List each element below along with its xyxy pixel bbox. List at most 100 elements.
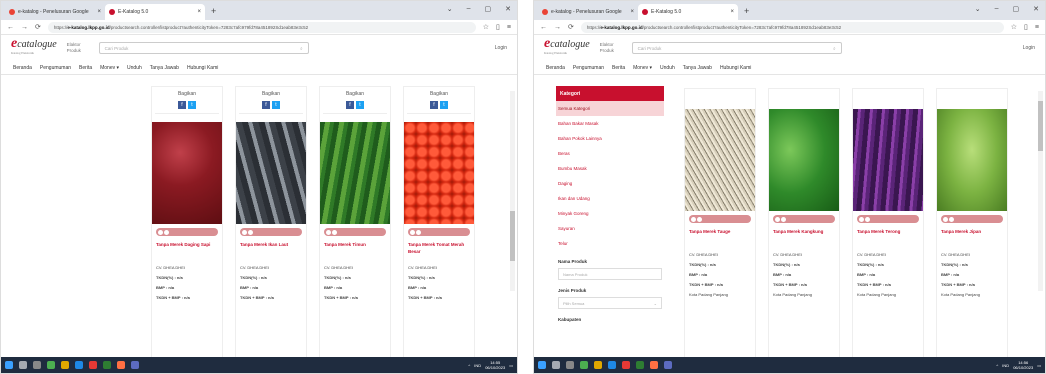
nav-tanya-jawab[interactable]: Tanya Jawab [150,65,179,71]
excel-icon[interactable] [103,361,111,369]
login-link[interactable]: Login [495,45,507,51]
menu-icon[interactable]: ≡ [1035,24,1039,31]
clock[interactable]: 14:56 06/10/2023 [1013,360,1033,370]
chevron-up-icon[interactable]: ^ [996,363,998,368]
tab-ekatalog[interactable]: E-Katalog 5.0 × [638,4,738,20]
search-input[interactable]: Cari Produk ⌕ [631,42,842,54]
product-image[interactable] [685,109,755,211]
facebook-icon[interactable]: f [178,101,186,109]
category-item[interactable]: Minyak Goreng [556,206,664,221]
nav-beranda[interactable]: Beranda [13,65,32,71]
ecatalogue-logo[interactable]: ecatalogue Katalog Elektronik [11,36,57,58]
task-view-icon[interactable] [33,361,41,369]
product-image[interactable] [769,109,839,211]
minimize-button[interactable]: – [467,5,471,13]
search-icon[interactable]: ⌕ [300,46,303,51]
back-icon[interactable]: ← [7,24,14,31]
ecatalogue-logo[interactable]: ecatalogue Katalog Elektronik [544,36,590,58]
facebook-icon[interactable]: f [430,101,438,109]
close-icon[interactable]: × [730,9,734,15]
product-image[interactable] [320,122,390,224]
product-card[interactable]: Tanpa Merek Kangkung CV. DHEA DHEI TKDN(… [768,88,840,357]
file-explorer-icon[interactable] [61,361,69,369]
widgets-icon[interactable] [580,361,588,369]
windows-start-icon[interactable] [5,361,13,369]
close-icon[interactable]: × [630,9,634,15]
product-card[interactable]: Bagikan ft Tanpa Merek Timun CV. DHEA DH… [319,86,391,357]
windows-start-icon[interactable] [538,361,546,369]
chevron-up-icon[interactable]: ^ [468,363,470,368]
twitter-icon[interactable]: t [440,101,448,109]
maximize-button[interactable]: ▢ [1013,5,1020,13]
tab-ekatalog[interactable]: E-Katalog 5.0 × [105,4,205,20]
widgets-icon[interactable] [47,361,55,369]
product-name[interactable]: Tanpa Merek Ikan Laut [236,236,306,260]
product-name[interactable]: Tanpa Merek Tomat Merah Besar [404,236,474,260]
firefox-icon[interactable] [650,361,658,369]
jenis-produk-select[interactable]: Pilih Semua ⌄ [558,297,662,309]
category-item[interactable]: Bahan Pokok Lainnya [556,131,664,146]
category-item[interactable]: Sayuran [556,221,664,236]
facebook-icon[interactable]: f [262,101,270,109]
search-icon[interactable] [19,361,27,369]
notification-icon[interactable]: ▭ [509,363,513,368]
product-card[interactable]: Bagikan ft Tanpa Merek Daging Sapi CV. D… [151,86,223,357]
close-icon[interactable]: × [197,9,201,15]
product-card[interactable]: Tanpa Merek Tauge CV. DHEA DHEI TKDN(%) … [684,88,756,357]
tab-google[interactable]: e-katalog - Penelusuran Google × [5,4,105,20]
nav-unduh[interactable]: Unduh [660,65,675,71]
reload-icon[interactable]: ⟳ [568,23,574,31]
nav-beranda[interactable]: Beranda [546,65,565,71]
close-window-button[interactable]: ✕ [1033,5,1039,13]
search-icon[interactable] [552,361,560,369]
new-tab-button[interactable]: + [738,6,755,16]
product-image[interactable] [404,122,474,224]
mail-icon[interactable] [608,361,616,369]
nav-pengumuman[interactable]: Pengumuman [40,65,71,71]
nav-monev[interactable]: Monev ▾ [100,65,119,71]
product-name[interactable]: Tanpa Merek Terong [853,223,923,247]
excel-icon[interactable] [636,361,644,369]
category-item[interactable]: Beras [556,146,664,161]
chrome-icon[interactable] [622,361,630,369]
reload-icon[interactable]: ⟳ [35,23,41,31]
tab-google[interactable]: e-katalog - Penelusuran Google × [538,4,638,20]
product-image[interactable] [236,122,306,224]
file-explorer-icon[interactable] [594,361,602,369]
extensions-icon[interactable]: ▯ [496,23,500,31]
nama-produk-input[interactable]: Nama Produk [558,268,662,280]
category-item[interactable]: Telur [556,236,664,251]
nav-pengumuman[interactable]: Pengumuman [573,65,604,71]
scrollbar[interactable] [1038,91,1043,291]
close-window-button[interactable]: ✕ [505,5,511,13]
forward-icon[interactable]: → [554,24,561,31]
nav-hubungi-kami[interactable]: Hubungi Kami [187,65,218,71]
nav-hubungi-kami[interactable]: Hubungi Kami [720,65,751,71]
nav-monev[interactable]: Monev ▾ [633,65,652,71]
back-icon[interactable]: ← [540,24,547,31]
product-name[interactable]: Tanpa Merek Tauge [685,223,755,247]
chevron-down-icon[interactable]: ⌄ [975,5,981,13]
extensions-icon[interactable]: ▯ [1024,23,1028,31]
url-field[interactable]: https://e-katalog.lkpp.go.id/productsear… [47,21,476,33]
twitter-icon[interactable]: t [188,101,196,109]
product-image[interactable] [152,122,222,224]
product-name[interactable]: Tanpa Merek Jipan [937,223,1007,247]
login-link[interactable]: Login [1023,45,1035,51]
product-name[interactable]: Tanpa Merek Kangkung [769,223,839,247]
twitter-icon[interactable]: t [356,101,364,109]
nav-berita[interactable]: Berita [79,65,92,71]
firefox-icon[interactable] [117,361,125,369]
nav-unduh[interactable]: Unduh [127,65,142,71]
chrome-icon[interactable] [89,361,97,369]
product-card[interactable]: Tanpa Merek Terong CV. DHEA DHEI TKDN(%)… [852,88,924,357]
url-field[interactable]: https://e-katalog.lkpp.go.id/productsear… [580,21,1004,33]
chevron-down-icon[interactable]: ⌄ [447,5,453,13]
product-name[interactable]: Tanpa Merek Timun [320,236,390,260]
star-icon[interactable]: ☆ [483,23,489,31]
twitter-icon[interactable]: t [272,101,280,109]
app-icon[interactable] [131,361,139,369]
product-card[interactable]: Bagikan ft Tanpa Merek Tomat Merah Besar… [403,86,475,357]
minimize-button[interactable]: – [995,5,999,13]
notification-icon[interactable]: ▭ [1037,363,1041,368]
